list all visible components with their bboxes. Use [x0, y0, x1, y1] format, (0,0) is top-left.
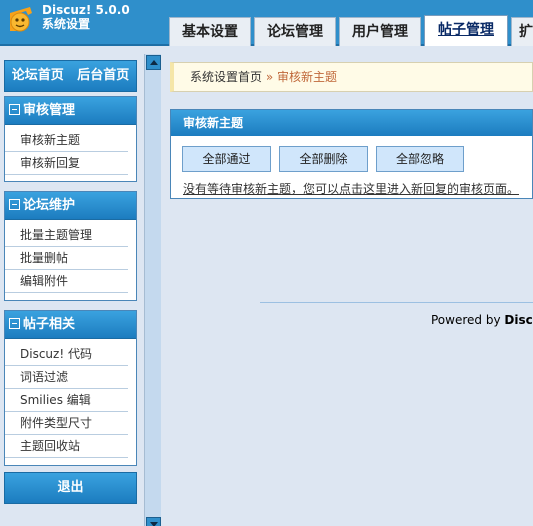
breadcrumb-separator: » — [265, 70, 274, 84]
sidebar-item-attachment-types[interactable]: 附件类型尺寸 — [5, 412, 128, 435]
sidebar-item-batch-threads[interactable]: 批量主题管理 — [5, 224, 128, 247]
sidebar-section-posts: 帖子相关 Discuz! 代码 词语过滤 Smilies 编辑 附件类型尺寸 主… — [4, 310, 137, 466]
discuz-logo-icon — [10, 7, 32, 32]
sidebar-scrollbar[interactable] — [144, 54, 161, 526]
powered-by-prefix: Powered by — [431, 313, 501, 327]
sidebar-section-title: 审核管理 — [23, 103, 76, 118]
sidebar-section-moderation: 审核管理 审核新主题 审核新回复 — [4, 96, 137, 182]
tab-post-management[interactable]: 帖子管理 — [424, 15, 508, 46]
collapse-icon[interactable] — [9, 104, 20, 115]
main-content: 系统设置首页 » 审核新主题 审核新主题 全部通过 全部删除 全部忽略 没有等待… — [162, 48, 533, 526]
logout-button[interactable]: 退出 — [4, 472, 137, 504]
app-title: Discuz! 5.0.0 — [42, 3, 130, 17]
sidebar-item-smilies[interactable]: Smilies 编辑 — [5, 389, 128, 412]
sidebar-section-header[interactable]: 论坛维护 — [5, 192, 136, 220]
delete-all-button[interactable]: 全部删除 — [279, 146, 368, 172]
moderate-threads-panel: 审核新主题 全部通过 全部删除 全部忽略 没有等待审核新主题，您可以点击这里进入… — [170, 109, 533, 199]
sidebar-section-header[interactable]: 审核管理 — [5, 97, 136, 125]
sidebar-section-title: 帖子相关 — [23, 317, 76, 332]
approve-all-button[interactable]: 全部通过 — [182, 146, 271, 172]
top-header: Discuz! 5.0.0 系统设置 基本设置 论坛管理 用户管理 帖子管理 扩 — [0, 0, 533, 46]
sidebar-section-maintenance: 论坛维护 批量主题管理 批量删帖 编辑附件 — [4, 191, 137, 301]
sidebar-section-header[interactable]: 帖子相关 — [5, 311, 136, 339]
collapse-icon[interactable] — [9, 318, 20, 329]
no-pending-notice-link[interactable]: 没有等待审核新主题，您可以点击这里进入新回复的审核页面。 — [183, 180, 519, 197]
powered-by-text: Powered by Discuz — [431, 313, 533, 327]
app-subtitle: 系统设置 — [42, 17, 91, 31]
collapse-icon[interactable] — [9, 199, 20, 210]
breadcrumb: 系统设置首页 » 审核新主题 — [170, 62, 533, 92]
sidebar-section-title: 论坛维护 — [23, 198, 76, 213]
scroll-down-icon[interactable] — [146, 517, 161, 526]
sidebar: 论坛首页 后台首页 审核管理 审核新主题 审核新回复 论坛维护 批量主题管理 批… — [0, 48, 144, 526]
forum-home-link[interactable]: 论坛首页 — [12, 68, 64, 83]
footer-divider — [260, 302, 533, 303]
tab-forum-management[interactable]: 论坛管理 — [254, 17, 336, 46]
ignore-all-button[interactable]: 全部忽略 — [376, 146, 464, 172]
powered-by-brand[interactable]: Discuz — [504, 313, 533, 327]
sidebar-top-links: 论坛首页 后台首页 — [4, 60, 137, 92]
breadcrumb-home-link[interactable]: 系统设置首页 — [190, 70, 262, 84]
scroll-up-icon[interactable] — [146, 55, 161, 70]
tab-basic-settings[interactable]: 基本设置 — [169, 17, 251, 46]
breadcrumb-current-link[interactable]: 审核新主题 — [277, 70, 337, 84]
sidebar-item-word-filter[interactable]: 词语过滤 — [5, 366, 128, 389]
sidebar-item-batch-delete[interactable]: 批量删帖 — [5, 247, 128, 270]
sidebar-item-recycle-bin[interactable]: 主题回收站 — [5, 435, 128, 458]
panel-title: 审核新主题 — [171, 110, 532, 136]
sidebar-item-edit-attachments[interactable]: 编辑附件 — [5, 270, 128, 293]
admin-home-link[interactable]: 后台首页 — [77, 68, 129, 83]
sidebar-item-discuz-code[interactable]: Discuz! 代码 — [5, 343, 128, 366]
sidebar-item-moderate-replies[interactable]: 审核新回复 — [5, 152, 128, 175]
sidebar-item-moderate-threads[interactable]: 审核新主题 — [5, 129, 128, 152]
tab-extensions[interactable]: 扩 — [511, 17, 533, 46]
tab-user-management[interactable]: 用户管理 — [339, 17, 421, 46]
